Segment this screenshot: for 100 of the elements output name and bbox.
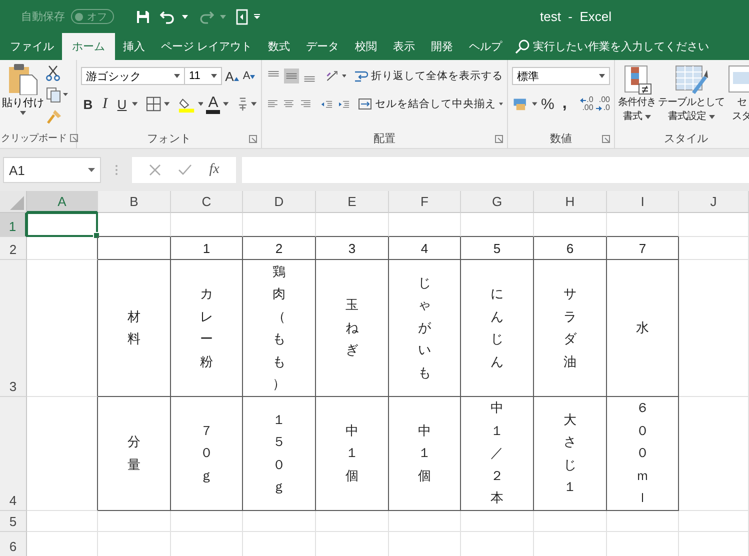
dialog-launcher-icon[interactable] (602, 135, 610, 143)
increase-decimal-button[interactable]: .0 .00 (580, 96, 594, 112)
table-cell-text: にんじん (490, 285, 504, 370)
column-header[interactable]: F (389, 191, 461, 213)
grid-cell[interactable] (27, 397, 98, 511)
ribbon-tab[interactable]: ホーム (62, 33, 115, 60)
italic-button[interactable]: I (98, 96, 112, 112)
font-name-dropdown[interactable]: 游ゴシック (81, 67, 185, 85)
column-header[interactable]: E (316, 191, 389, 213)
column-header[interactable]: G (461, 191, 534, 213)
table-cell-text: カレー粉 (200, 285, 213, 370)
caret-icon (708, 115, 715, 119)
column-header[interactable]: B (98, 191, 171, 213)
conditional-style-button[interactable]: 条件付き 書式 (618, 64, 656, 128)
table-cell-text: 中１個 (418, 422, 431, 485)
save-icon[interactable] (136, 10, 150, 24)
caret-icon (20, 111, 26, 115)
undo-icon[interactable] (160, 10, 176, 24)
grow-font-button[interactable]: A (225, 68, 239, 84)
table-cell: 3 (348, 240, 356, 256)
wrap-text-button[interactable]: 折り返して全体を表示する (354, 69, 503, 83)
caret-icon[interactable] (164, 102, 170, 106)
table-cell-text: ７０ｇ (200, 422, 213, 485)
ribbon-tab[interactable]: 表示 (385, 33, 424, 60)
ribbon-tab[interactable]: ヘルプ (461, 33, 510, 60)
table-cell-text: 中１個 (346, 422, 358, 485)
dialog-launcher-icon[interactable] (70, 134, 78, 142)
row-header[interactable]: 4 (0, 397, 27, 511)
ribbon-tab[interactable]: 挿入 (115, 33, 153, 60)
grid-cell[interactable] (27, 237, 98, 260)
row-header[interactable]: 2 (0, 237, 27, 260)
scissors-icon[interactable] (46, 65, 60, 81)
insert-function-button[interactable]: fx (209, 162, 220, 178)
paste-button[interactable]: 貼り付け (2, 63, 44, 128)
shrink-font-button[interactable]: A (242, 70, 256, 82)
tell-me-search[interactable]: 実行したい作業を入力してください (514, 33, 710, 60)
number-format-dropdown[interactable]: 標準 (512, 67, 610, 85)
select-all-corner[interactable] (0, 191, 27, 213)
grid-cell[interactable] (27, 260, 98, 397)
decrease-decimal-button[interactable]: .00 .0 (596, 96, 610, 112)
table-cell: 5 (493, 240, 501, 256)
customize-caret-icon[interactable] (254, 14, 260, 19)
row-header[interactable]: 1 (0, 213, 27, 237)
caret-icon[interactable] (182, 14, 188, 18)
table-cell-text: 玉ねぎ (346, 296, 358, 360)
underline-button[interactable]: U (115, 96, 129, 112)
ribbon-tab[interactable]: ファイル (2, 33, 62, 60)
caret-icon[interactable] (198, 102, 204, 106)
check-icon[interactable] (178, 164, 192, 176)
table-brush-icon (674, 64, 708, 96)
row-header[interactable]: 5 (0, 511, 27, 532)
row-header[interactable]: 3 (0, 260, 27, 397)
ribbon-tab[interactable]: 開発 (423, 33, 462, 60)
column-header[interactable]: J (679, 191, 749, 213)
caret-icon[interactable] (342, 74, 346, 78)
align-middle-icon[interactable] (284, 66, 299, 86)
cancel-icon[interactable] (148, 164, 161, 176)
row-header[interactable]: 6 (0, 532, 27, 556)
font-color-button[interactable]: A (206, 94, 220, 114)
table-cell: 1 (202, 240, 210, 256)
table-style-button[interactable]: テーブルとして 書式設定 (658, 64, 724, 128)
column-header[interactable]: A (27, 191, 98, 213)
column-header[interactable]: H (534, 191, 607, 213)
borders-icon[interactable] (146, 96, 161, 112)
caret-icon[interactable] (223, 102, 229, 106)
column-header[interactable]: C (171, 191, 243, 213)
column-header[interactable]: D (243, 191, 316, 213)
merge-cells-icon (358, 97, 372, 111)
ribbon-tab[interactable]: ページ レイアウト (153, 33, 260, 60)
name-box[interactable]: A1 (3, 157, 101, 183)
group-label: 数値 (550, 132, 572, 146)
table-cell-text: サラダ油 (564, 285, 576, 370)
comma-button[interactable]: , (558, 95, 572, 113)
group-label: フォント (147, 132, 191, 146)
fill-color-icon[interactable] (178, 96, 195, 112)
ribbon-tab[interactable]: 校閲 (347, 33, 386, 60)
ribbon-tab[interactable]: データ (298, 33, 348, 60)
caret-icon (211, 74, 217, 78)
caret-icon[interactable] (498, 102, 503, 106)
copy-icon[interactable] (46, 87, 68, 103)
cell-style-button[interactable]: セ スタ (726, 64, 749, 128)
ribbon-tab[interactable]: 数式 (260, 33, 298, 60)
caret-icon[interactable] (532, 102, 538, 106)
caret-icon[interactable] (132, 102, 138, 106)
table-cell-text: 大さじ１ (564, 410, 576, 496)
grid-cell[interactable] (98, 237, 171, 260)
bold-button[interactable]: B (81, 96, 95, 112)
redo-icon[interactable] (198, 10, 214, 24)
dialog-launcher-icon[interactable] (495, 135, 503, 143)
caret-icon (174, 74, 180, 78)
touch-mode-icon[interactable] (236, 8, 248, 24)
caret-icon[interactable] (251, 102, 258, 106)
merge-center-button[interactable]: セルを結合して中央揃え (358, 97, 496, 111)
caret-icon (88, 168, 95, 172)
search-icon (514, 38, 530, 54)
font-size-dropdown[interactable]: 11 (184, 67, 222, 85)
dialog-launcher-icon[interactable] (249, 135, 257, 143)
percent-button[interactable]: % (540, 96, 555, 112)
up-triangle-icon (234, 76, 239, 80)
column-header[interactable]: I (607, 191, 679, 213)
